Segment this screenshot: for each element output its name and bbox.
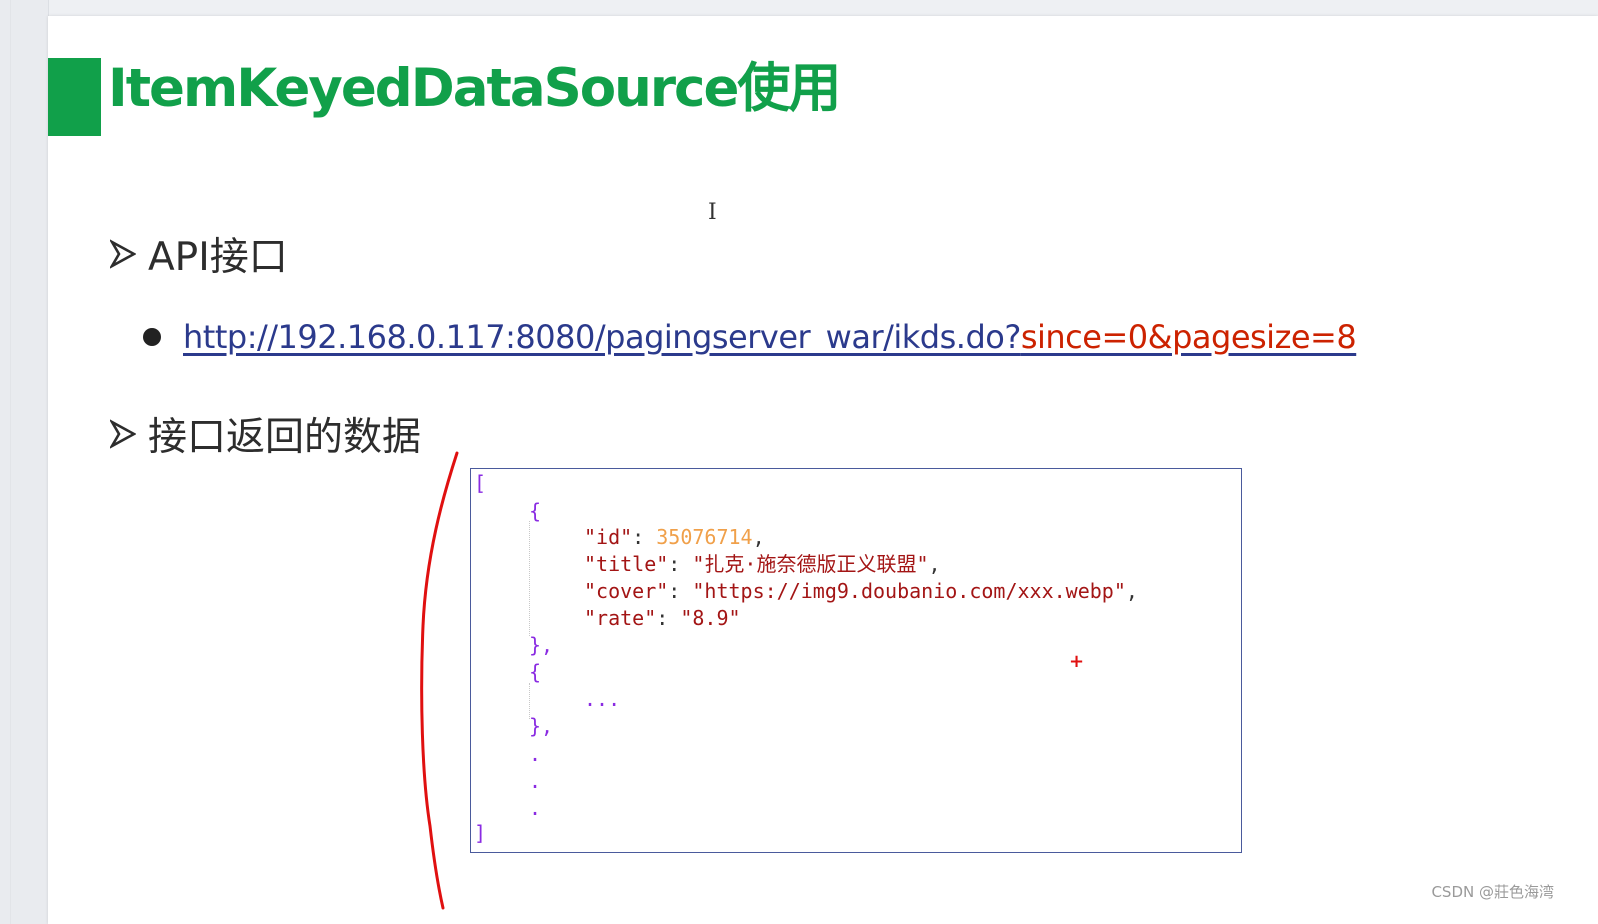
bullet-dot: [143, 328, 161, 346]
title-accent-bar: [48, 58, 101, 136]
json-value: 35076714: [656, 525, 753, 549]
section-label-api: API接口: [148, 235, 288, 280]
text-cursor-icon: I: [708, 200, 717, 225]
json-object-close: },: [529, 714, 554, 738]
json-value: "8.9": [680, 606, 741, 630]
json-open-bracket: [: [474, 471, 487, 495]
indent-guide: [529, 521, 530, 636]
json-code-box: [ { "id": 35076714, "title": "扎克·施奈德版正义联…: [470, 468, 1242, 853]
section-response: 接口返回的数据: [110, 406, 421, 462]
json-continuation-dot: .: [529, 796, 542, 820]
json-object-open: {: [529, 499, 542, 523]
sidebar-strip: [0, 0, 49, 924]
api-url-link[interactable]: http://192.168.0.117:8080/pagingserver_w…: [183, 318, 1357, 356]
json-object-open: {: [529, 660, 542, 684]
json-field-id: "id": 35076714,: [584, 525, 765, 549]
api-url-params: since=0&pagesize=8: [1020, 318, 1357, 356]
section-api: API接口: [110, 226, 288, 282]
json-continuation-dot: .: [529, 769, 542, 793]
api-url-base: http://192.168.0.117:8080/pagingserver_w…: [183, 318, 1021, 356]
json-ellipsis: ...: [584, 687, 621, 711]
section-label-response: 接口返回的数据: [148, 415, 422, 460]
api-url-bullet: http://192.168.0.117:8080/pagingserver_w…: [143, 318, 1357, 356]
json-value: "扎克·施奈德版正义联盟": [692, 552, 929, 576]
json-continuation-dot: .: [529, 742, 542, 766]
slide-canvas: ItemKeyedDataSource使用 I API接口 http://192…: [48, 16, 1598, 924]
json-value: "https://img9.doubanio.com/xxx.webp": [692, 579, 1126, 603]
arrow-bullet-icon: [110, 419, 136, 449]
json-close-bracket: ]: [474, 821, 487, 845]
watermark: CSDN @莊色海湾: [1431, 883, 1554, 901]
json-key: "title": [584, 552, 669, 576]
json-key: "rate": [584, 606, 657, 630]
json-field-title: "title": "扎克·施奈德版正义联盟",: [584, 552, 941, 576]
json-object-close: },: [529, 633, 554, 657]
slide-title: ItemKeyedDataSource使用: [108, 58, 841, 119]
json-field-cover: "cover": "https://img9.doubanio.com/xxx.…: [584, 579, 1138, 603]
arrow-bullet-icon: [110, 239, 136, 269]
json-key: "id": [584, 525, 633, 549]
json-field-rate: "rate": "8.9": [584, 606, 741, 630]
sidebar-divider: [10, 0, 11, 924]
crosshair-plus-icon: +: [1069, 651, 1085, 672]
json-key: "cover": [584, 579, 669, 603]
